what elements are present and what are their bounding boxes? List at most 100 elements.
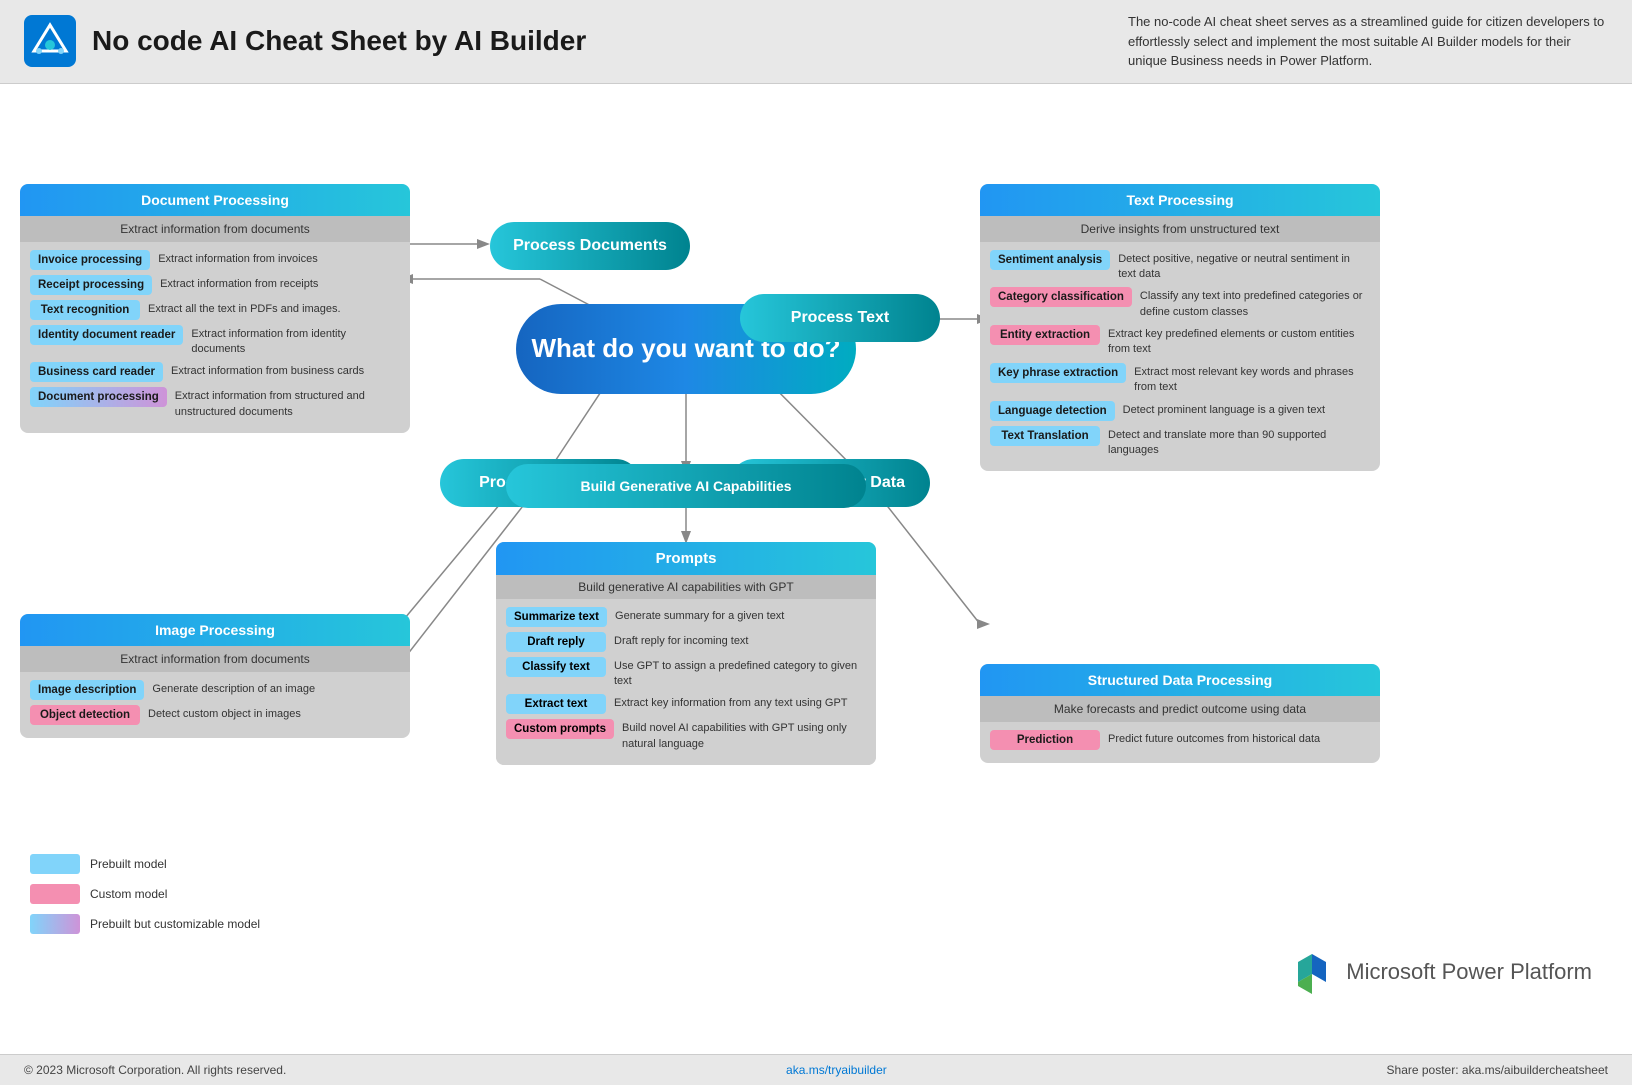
category-class-desc: Classify any text into predefined catego…	[1140, 287, 1370, 320]
legend-item-prebuilt: Prebuilt model	[30, 854, 260, 874]
power-platform-text: Microsoft Power Platform	[1346, 959, 1592, 985]
legend-item-custom: Custom model	[30, 884, 260, 904]
lang-detect-label: Language detection	[990, 401, 1115, 421]
table-row: Extract text Extract key information fro…	[506, 694, 866, 714]
prompts-box: Prompts Build generative AI capabilities…	[496, 542, 876, 766]
table-row: Custom prompts Build novel AI capabiliti…	[506, 719, 866, 752]
bizcard-label: Business card reader	[30, 362, 163, 382]
category-class-label: Category classification	[990, 287, 1132, 307]
table-row: Image description Generate description o…	[30, 680, 400, 700]
img-desc-label: Image description	[30, 680, 144, 700]
structured-data-title: Structured Data Processing	[980, 664, 1380, 696]
legend-label-prebuilt: Prebuilt model	[90, 857, 167, 871]
doc-processing-subtitle: Extract information from documents	[20, 216, 410, 242]
img-processing-title: Image Processing	[20, 614, 410, 646]
extract-text-desc: Extract key information from any text us…	[614, 694, 848, 711]
table-row: Business card reader Extract information…	[30, 362, 400, 382]
summarize-label: Summarize text	[506, 607, 607, 627]
table-row: Key phrase extraction Extract most relev…	[990, 363, 1370, 396]
text-processing-box: Text Processing Derive insights from uns…	[980, 184, 1380, 472]
extract-text-label: Extract text	[506, 694, 606, 714]
main-content: What do you want to do? Process Document…	[0, 84, 1632, 1054]
table-row: Category classification Classify any tex…	[990, 287, 1370, 320]
text-translate-desc: Detect and translate more than 90 suppor…	[1108, 426, 1370, 459]
table-row: Sentiment analysis Detect positive, nega…	[990, 250, 1370, 283]
table-row: Classify text Use GPT to assign a predef…	[506, 657, 866, 690]
prediction-desc: Predict future outcomes from historical …	[1108, 730, 1320, 747]
text-translate-label: Text Translation	[990, 426, 1100, 446]
text-recognition-desc: Extract all the text in PDFs and images.	[148, 300, 341, 317]
sentiment-label: Sentiment analysis	[990, 250, 1110, 270]
keyphrase-desc: Extract most relevant key words and phra…	[1134, 363, 1370, 396]
keyphrase-label: Key phrase extraction	[990, 363, 1126, 383]
table-row: Document processing Extract information …	[30, 387, 400, 420]
draft-reply-label: Draft reply	[506, 632, 606, 652]
structured-data-subtitle: Make forecasts and predict outcome using…	[980, 696, 1380, 722]
bizcard-desc: Extract information from business cards	[171, 362, 364, 379]
table-row: Language detection Detect prominent lang…	[990, 401, 1370, 421]
entity-extract-label: Entity extraction	[990, 325, 1100, 345]
table-row: Summarize text Generate summary for a gi…	[506, 607, 866, 627]
img-processing-body: Image description Generate description o…	[20, 672, 410, 738]
classify-text-label: Classify text	[506, 657, 606, 677]
table-row: Identity document reader Extract informa…	[30, 325, 400, 358]
classify-text-desc: Use GPT to assign a predefined category …	[614, 657, 866, 690]
table-row: Text recognition Extract all the text in…	[30, 300, 400, 320]
legend-label-prebuilt-custom: Prebuilt but customizable model	[90, 917, 260, 931]
invoice-processing-desc: Extract information from invoices	[158, 250, 318, 267]
prediction-label: Prediction	[990, 730, 1100, 750]
process-text-oval[interactable]: Process Text	[740, 294, 940, 342]
footer: © 2023 Microsoft Corporation. All rights…	[0, 1054, 1632, 1085]
sentiment-desc: Detect positive, negative or neutral sen…	[1118, 250, 1370, 283]
prompts-subtitle: Build generative AI capabilities with GP…	[496, 575, 876, 599]
table-row: Receipt processing Extract information f…	[30, 275, 400, 295]
table-row: Text Translation Detect and translate mo…	[990, 426, 1370, 459]
receipt-processing-label: Receipt processing	[30, 275, 152, 295]
text-processing-subtitle: Derive insights from unstructured text	[980, 216, 1380, 242]
obj-detect-label: Object detection	[30, 705, 140, 725]
legend-swatch-gradient	[30, 914, 80, 934]
invoice-processing-label: Invoice processing	[30, 250, 150, 270]
text-processing-body: Sentiment analysis Detect positive, nega…	[980, 242, 1380, 472]
power-platform-branding: Microsoft Power Platform	[1290, 950, 1592, 994]
receipt-processing-desc: Extract information from receipts	[160, 275, 318, 292]
footer-link[interactable]: aka.ms/tryaibuilder	[786, 1063, 887, 1077]
table-row: Object detection Detect custom object in…	[30, 705, 400, 725]
legend-swatch-pink	[30, 884, 80, 904]
footer-share: Share poster: aka.ms/aibuildercheatsheet	[1387, 1063, 1608, 1077]
draft-reply-desc: Draft reply for incoming text	[614, 632, 749, 649]
obj-detect-desc: Detect custom object in images	[148, 705, 301, 722]
image-processing-box: Image Processing Extract information fro…	[20, 614, 410, 738]
custom-prompts-label: Custom prompts	[506, 719, 614, 739]
header-description: The no-code AI cheat sheet serves as a s…	[1128, 12, 1608, 71]
summarize-desc: Generate summary for a given text	[615, 607, 784, 624]
table-row: Prediction Predict future outcomes from …	[990, 730, 1370, 750]
text-recognition-label: Text recognition	[30, 300, 140, 320]
doc-processing-desc: Extract information from structured and …	[175, 387, 400, 420]
doc-processing-body: Invoice processing Extract information f…	[20, 242, 410, 434]
build-generative-oval[interactable]: Build Generative AI Capabilities	[506, 464, 866, 508]
power-platform-icon	[1290, 950, 1334, 994]
ai-builder-logo	[24, 15, 76, 67]
legend-item-prebuilt-custom: Prebuilt but customizable model	[30, 914, 260, 934]
doc-processing-label: Document processing	[30, 387, 167, 407]
legend-swatch-blue	[30, 854, 80, 874]
legend: Prebuilt model Custom model Prebuilt but…	[30, 854, 260, 934]
footer-copyright: © 2023 Microsoft Corporation. All rights…	[24, 1063, 286, 1077]
doc-processing-title: Document Processing	[20, 184, 410, 216]
img-processing-subtitle: Extract information from documents	[20, 646, 410, 672]
header: No code AI Cheat Sheet by AI Builder The…	[0, 0, 1632, 84]
page-title: No code AI Cheat Sheet by AI Builder	[92, 25, 586, 57]
prompts-title: Prompts	[496, 542, 876, 575]
custom-prompts-desc: Build novel AI capabilities with GPT usi…	[622, 719, 866, 752]
table-row: Draft reply Draft reply for incoming tex…	[506, 632, 866, 652]
text-processing-title: Text Processing	[980, 184, 1380, 216]
structured-data-box: Structured Data Processing Make forecast…	[980, 664, 1380, 763]
identity-doc-label: Identity document reader	[30, 325, 183, 345]
process-documents-oval[interactable]: Process Documents	[490, 222, 690, 270]
document-processing-box: Document Processing Extract information …	[20, 184, 410, 434]
identity-doc-desc: Extract information from identity docume…	[191, 325, 400, 358]
table-row: Invoice processing Extract information f…	[30, 250, 400, 270]
legend-label-custom: Custom model	[90, 887, 167, 901]
img-desc-desc: Generate description of an image	[152, 680, 315, 697]
